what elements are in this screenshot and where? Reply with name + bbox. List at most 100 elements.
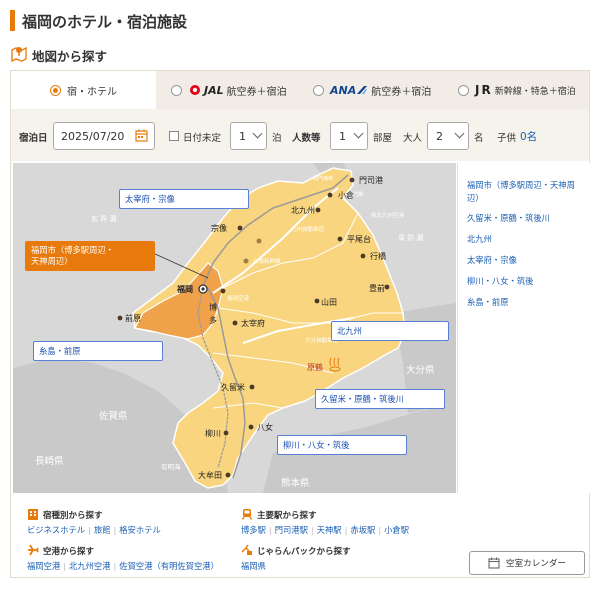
area-button-kitakyushu[interactable]: 北九州: [331, 321, 449, 341]
area-button-label-line1: 福岡市（博多駅周辺・: [31, 245, 114, 255]
sea-label-ariake: 有明海: [161, 463, 181, 471]
radio-selected[interactable]: [50, 84, 61, 96]
map-label-kanmon: 関門海峡: [313, 176, 334, 182]
ana-logo-icon: [357, 86, 368, 94]
tab-jr-label: 新幹線・特急＋宿泊: [494, 86, 576, 97]
rooms-label: 人数等: [292, 133, 321, 144]
airplane-icon: [28, 544, 39, 556]
area-button-label: 糸島・前原: [39, 346, 81, 356]
rooms-unit: 部屋: [373, 133, 393, 144]
rooms-select[interactable]: 1: [330, 122, 368, 150]
airport-link[interactable]: 福岡空港: [27, 561, 60, 571]
city-label-kokura: 小倉: [338, 191, 354, 200]
other-search-options: 宿種別から探す ビジネスホテル | 旅館 | 格安ホテル 主要駅から探す 博多駅 | 門司港…: [13, 495, 456, 577]
link-separator: |: [378, 525, 382, 535]
area-link-itoshima[interactable]: 糸島・前原: [467, 296, 585, 309]
area-map: 玄 界 灘 周 防 灘 有明海 佐賀県 長崎県 熊本県 大分県 関門海峡 関門橋…: [13, 163, 456, 493]
area-link-dazaifu[interactable]: 太宰府・宗像: [467, 254, 585, 267]
children-label: 子供: [497, 133, 517, 144]
chevron-down-icon: [353, 128, 364, 139]
tab-jr[interactable]: JR 新幹線・特急＋宿泊: [458, 71, 576, 109]
adults-select[interactable]: 2: [427, 122, 469, 150]
nights-select[interactable]: 1: [230, 122, 267, 150]
area-button-fukuoka-city[interactable]: 福岡市（博多駅周辺・ 天神周辺）: [25, 241, 155, 271]
vacancy-calendar-label: 空室カレンダー: [505, 559, 567, 569]
tab-jal[interactable]: JAL 航空券＋宿泊: [171, 71, 287, 109]
tab-ana-label: 航空券＋宿泊: [371, 86, 432, 98]
station-link[interactable]: 門司港駅: [275, 525, 308, 535]
city-label-yamada: 山田: [321, 298, 337, 307]
chevron-down-icon: [252, 128, 263, 139]
train-icon: [241, 509, 253, 520]
adults-value: 2: [436, 130, 443, 143]
jal-logo-icon: [190, 85, 200, 95]
station-link[interactable]: 博多駅: [241, 525, 266, 535]
area-button-kurume-haratsuru[interactable]: 久留米・原鶴・筑後川: [315, 389, 445, 409]
calendar-icon[interactable]: [135, 129, 148, 142]
region-label-nagasaki: 長崎県: [35, 456, 64, 467]
nights-value: 1: [239, 130, 246, 143]
date-undecided-checkbox[interactable]: [169, 131, 179, 141]
tab-ana[interactable]: ANA 航空券＋宿泊: [313, 71, 431, 109]
chevron-down-icon: [454, 128, 465, 139]
tab-hotel[interactable]: 宿・ホテル: [11, 71, 156, 109]
search-panel: 宿・ホテル JAL 航空券＋宿泊 ANA 航空券＋宿泊 JR 新幹線・特急＋宿泊: [10, 70, 590, 578]
sea-label-suonada: 周 防 灘: [398, 234, 424, 242]
area-link-kitakyushu[interactable]: 北九州: [467, 233, 585, 246]
area-link-list: 福岡市（博多駅周辺・天神周辺） 久留米・原鶴・筑後川 北九州 太宰府・宗像 柳川…: [457, 163, 590, 493]
building-icon: [28, 509, 38, 520]
station-link[interactable]: 小倉駅: [384, 525, 409, 535]
area-button-dazaifu-munakata[interactable]: 太宰府・宗像: [119, 189, 249, 209]
type-link[interactable]: 格安ホテル: [119, 525, 161, 535]
city-label-haratsuru: 原鶴: [307, 363, 323, 372]
title-accent-bar: [10, 10, 15, 31]
jr-brand: JR: [475, 83, 493, 97]
radio-unselected[interactable]: [458, 84, 469, 96]
city-label-yukuhashi: 行橋: [370, 252, 386, 261]
ana-brand: ANA: [330, 83, 357, 97]
station-heading: 主要駅から探す: [257, 511, 317, 521]
page-title-block: 福岡のホテル・宿泊施設: [10, 8, 590, 34]
area-button-label-line2: 天神周辺）: [31, 256, 73, 266]
link-separator: |: [344, 525, 348, 535]
map-label-fukuoka-airport: 福岡空港: [227, 296, 250, 302]
city-label-heisei: 平尾台: [347, 235, 371, 244]
city-label-yanagawa: 柳川: [205, 429, 221, 438]
station-link[interactable]: 赤坂駅: [350, 525, 375, 535]
children-count-link[interactable]: 0名: [520, 129, 537, 144]
tab-hotel-label: 宿・ホテル: [67, 86, 117, 98]
vacancy-calendar-button[interactable]: 空室カレンダー: [469, 551, 585, 575]
airport-link[interactable]: 佐賀空港（有明佐賀空港）: [119, 561, 219, 571]
area-button-label: 太宰府・宗像: [125, 194, 175, 204]
region-label-saga: 佐賀県: [99, 411, 128, 422]
area-link-fukuoka-city[interactable]: 福岡市（博多駅周辺・天神周辺）: [467, 179, 585, 205]
radio-unselected[interactable]: [313, 84, 324, 96]
plan-tabs: 宿・ホテル JAL 航空券＋宿泊 ANA 航空券＋宿泊 JR 新幹線・特急＋宿泊: [11, 71, 589, 109]
area-button-yanagawa-yame[interactable]: 柳川・八女・筑後: [277, 435, 407, 455]
date-value: 2025/07/20: [61, 130, 125, 143]
rooms-value: 1: [339, 130, 346, 143]
city-label-omuta: 大牟田: [198, 471, 222, 480]
airport-link[interactable]: 北九州空港: [69, 561, 111, 571]
date-label: 宿泊日: [19, 133, 48, 144]
tab-jal-label: 航空券＋宿泊: [226, 86, 287, 98]
adults-label: 大人: [403, 133, 423, 144]
jal-brand: JAL: [204, 83, 224, 97]
sea-label-genkainada: 玄 界 灘: [91, 215, 117, 223]
date-input[interactable]: 2025/07/20: [53, 122, 155, 150]
search-conditions: 宿泊日 2025/07/20 日付未定 1 泊 人数等 1 部屋 大人 2 名 …: [11, 109, 589, 161]
link-separator: |: [113, 525, 117, 535]
pack-link[interactable]: 福岡県: [241, 561, 266, 571]
type-link[interactable]: 旅館: [94, 525, 111, 535]
station-link[interactable]: 天神駅: [317, 525, 342, 535]
map-label-kyushu-expressway: 九州自動車道: [291, 227, 325, 233]
area-link-yanagawa[interactable]: 柳川・八女・筑後: [467, 275, 585, 288]
city-label-fukuoka: 福岡: [177, 285, 193, 294]
radio-unselected[interactable]: [171, 84, 182, 96]
page-title: 福岡のホテル・宿泊施設: [22, 13, 188, 31]
area-link-kurume[interactable]: 久留米・原鶴・筑後川: [467, 212, 585, 225]
city-label-dazaifu: 太宰府: [241, 319, 265, 328]
type-link[interactable]: ビジネスホテル: [27, 525, 85, 535]
area-button-label: 久留米・原鶴・筑後川: [321, 394, 404, 404]
area-button-itoshima-maebaru[interactable]: 糸島・前原: [33, 341, 163, 361]
